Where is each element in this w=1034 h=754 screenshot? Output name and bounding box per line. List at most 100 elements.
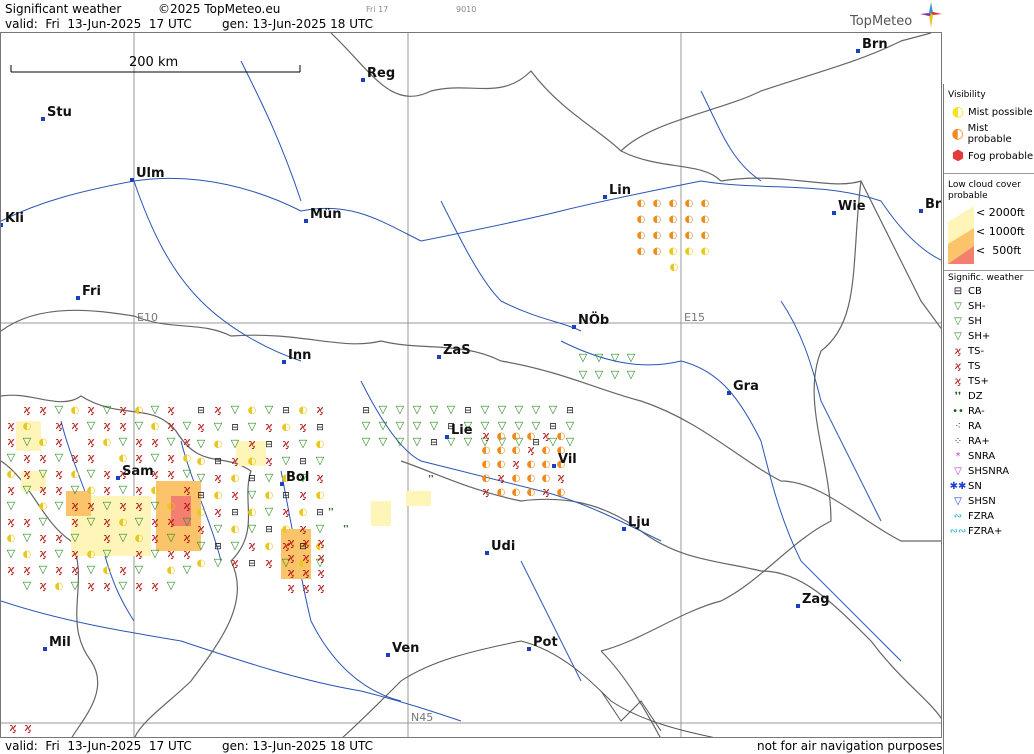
shower-symbol: ▽ (379, 403, 388, 416)
shower-symbol: ▽ (39, 467, 48, 480)
shower-symbol: ▽ (532, 403, 541, 416)
mist-probable-symbol: ◐ (482, 445, 491, 456)
city-label-bol[interactable]: Bol (286, 470, 309, 485)
cloud-label: < 1000ft (976, 225, 1025, 238)
mist-probable-symbol: ◐ (685, 214, 694, 225)
mist-probable-symbol: ◐ (527, 431, 536, 442)
shower-symbol: ▽ (611, 351, 620, 364)
shower-symbol: ▽ (231, 403, 240, 416)
sigwx-label: SHSN (968, 496, 996, 507)
thunderstorm-symbol: ϗ (302, 581, 309, 594)
shower-symbol: ▽ (549, 403, 558, 416)
shower-symbol: ▽ (151, 499, 160, 512)
city-label-nöb[interactable]: NÖb (578, 312, 609, 328)
sigwx-symbol-icon: ▽ (954, 301, 962, 312)
mist-possible-symbol: ◐ (248, 405, 257, 416)
shower-symbol: ▽ (379, 419, 388, 432)
mist-possible-symbol: ◐ (282, 524, 291, 535)
city-dot-inn (282, 360, 286, 364)
city-label-stu[interactable]: Stu (47, 105, 72, 120)
thunderstorm-symbol: ϗ (497, 471, 504, 484)
visibility-label: Mist possible (968, 106, 1033, 118)
city-label-gra[interactable]: Gra (733, 379, 759, 394)
cloud-label: < 2000ft (976, 206, 1025, 219)
mist-possible-symbol: ◐ (23, 421, 32, 432)
sigwx-symbol-icon: ▽ (954, 331, 962, 342)
thunderstorm-symbol: ϗ (135, 435, 142, 448)
city-label-mün[interactable]: Mün (310, 207, 341, 222)
city-label-ven[interactable]: Ven (392, 641, 419, 656)
thunderstorm-symbol: ϗ (71, 515, 78, 528)
thunderstorm-symbol: ϗ (482, 485, 489, 498)
thunderstorm-symbol: ϗ (135, 547, 142, 560)
city-label-zas[interactable]: ZaS (443, 343, 471, 358)
mist-probable-symbol: ◐ (637, 230, 646, 241)
city-label-udi[interactable]: Udi (491, 539, 515, 554)
thunderstorm-symbol: ϗ (119, 403, 126, 416)
city-dot-stu (41, 117, 45, 121)
mist-possible-symbol: ◐ (685, 246, 694, 257)
thunderstorm-symbol: ϗ (287, 536, 294, 549)
city-label-zag[interactable]: Zag (802, 592, 830, 607)
city-label-reg[interactable]: Reg (367, 66, 395, 81)
thunderstorm-symbol: ϗ (214, 505, 221, 518)
thunderstorm-symbol: ϗ (183, 531, 190, 544)
shower-symbol: ▽ (447, 403, 456, 416)
compass-logo-icon (920, 2, 942, 28)
shower-symbol: ▽ (103, 547, 112, 560)
mist-possible-symbol: ◐ (135, 533, 144, 544)
thunderstorm-symbol: ϗ (55, 467, 62, 480)
city-label-lju[interactable]: Lju (628, 515, 650, 530)
shower-symbol: ▽ (413, 435, 422, 448)
shower-symbol: ▽ (362, 419, 371, 432)
thunderstorm-symbol: ϗ (24, 721, 31, 734)
shower-symbol: ▽ (135, 515, 144, 528)
thunderstorm-symbol: ϗ (282, 437, 289, 450)
city-label-brn[interactable]: Brn (862, 37, 888, 52)
thunderstorm-symbol: ϗ (287, 566, 294, 579)
city-label-mil[interactable]: Mil (49, 635, 71, 650)
city-dot-lju (622, 527, 626, 531)
city-dot-lin (603, 195, 607, 199)
cb-symbol: ⊟ (231, 508, 239, 518)
thunderstorm-symbol: ϗ (103, 515, 110, 528)
thunderstorm-symbol: ϗ (39, 403, 46, 416)
sigwx-symbol-icon: * (955, 451, 961, 462)
city-label-br[interactable]: Br (925, 197, 942, 212)
thunderstorm-symbol: ϗ (23, 467, 30, 480)
topmeteo-logo[interactable]: TopMeteo (850, 14, 912, 29)
city-label-wie[interactable]: Wie (838, 199, 866, 214)
city-label-kli[interactable]: Kli (5, 211, 24, 226)
city-label-vil[interactable]: Vil (558, 452, 577, 467)
city-label-ulm[interactable]: Ulm (136, 166, 165, 181)
shower-symbol: ▽ (23, 579, 32, 592)
mist-probable-symbol: ◐ (497, 459, 506, 470)
city-dot-vil (552, 464, 556, 468)
mist-possible-symbol: ◐ (167, 565, 176, 576)
thunderstorm-symbol: ϗ (151, 515, 158, 528)
thunderstorm-symbol: ϗ (316, 471, 323, 484)
cb-symbol: ⊟ (430, 438, 438, 448)
city-dot-gra (727, 391, 731, 395)
sigwx-item: ▽ SHSNRA (948, 464, 1034, 479)
city-label-pot[interactable]: Pot (533, 635, 558, 650)
mist-possible-symbol: ◐ (265, 541, 274, 552)
thunderstorm-symbol: ϗ (119, 499, 126, 512)
shower-symbol: ▽ (579, 351, 588, 364)
sigwx-label: RA- (968, 406, 985, 417)
city-label-inn[interactable]: Inn (288, 348, 311, 363)
sigwx-label: DZ (968, 391, 983, 402)
city-label-lin[interactable]: Lin (609, 183, 631, 198)
city-label-fri[interactable]: Fri (82, 284, 101, 299)
shower-symbol: ▽ (119, 531, 128, 544)
mist-possible-symbol: ◐ (197, 507, 206, 518)
weather-map[interactable]: ϗ ϗ ▽ ◐ ϗ ▽ ϗ ◐ ▽ ϗ ϗ ◐ ϗ ϗ ▽ ϗ ϗ ▽ ◐ ϗ ▽ ϗ ▽ ◐ ϗ ϗ ◐ ▽ ϗ ϗ ▽ ϗ ▽ ϗ ϗ ▽ ϗ ϗ ◐ ϗ… (0, 32, 942, 738)
shower-symbol: ▽ (197, 471, 206, 484)
mist-probable-symbol: ◐ (497, 487, 506, 498)
sigwx-symbol-icon: •• (952, 406, 964, 417)
city-label-sam[interactable]: Sam (122, 464, 154, 479)
grid-label-e15: E15 (684, 311, 705, 324)
thunderstorm-symbol: ϗ (512, 457, 519, 470)
city-label-lie[interactable]: Lie (451, 423, 473, 438)
thunderstorm-symbol: ϗ (527, 443, 534, 456)
